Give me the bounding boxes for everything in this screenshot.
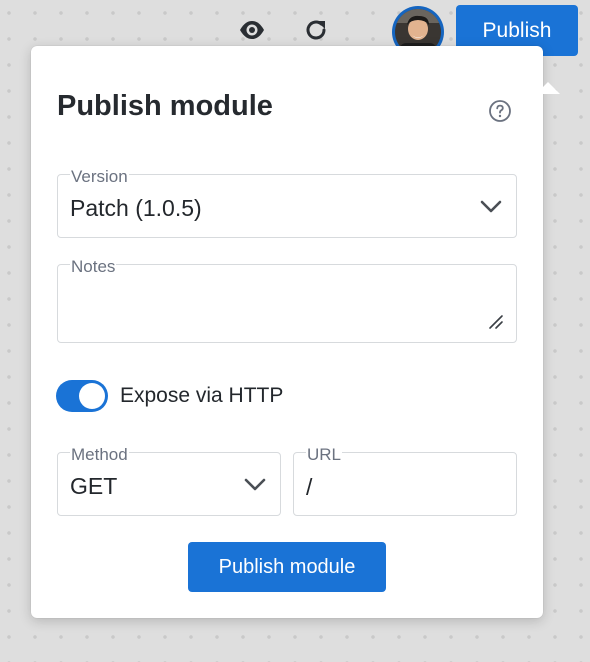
url-input[interactable] (306, 471, 506, 503)
popover-arrow (536, 82, 560, 94)
toggle-knob (79, 383, 105, 409)
url-label: URL (306, 445, 343, 465)
preview-button[interactable] (236, 14, 268, 46)
expose-http-label: Expose via HTTP (120, 384, 284, 407)
publish-module-popover: Publish module Version Patch (1.0.5) Not… (31, 46, 560, 618)
expose-http-toggle[interactable] (56, 380, 108, 412)
method-label: Method (70, 445, 129, 465)
refresh-button[interactable] (300, 14, 332, 46)
eye-icon (240, 21, 264, 39)
version-label: Version (70, 167, 129, 187)
notes-label: Notes (70, 257, 117, 277)
question-circle-icon[interactable] (488, 99, 512, 123)
popover-title: Publish module (57, 90, 273, 122)
notes-textarea[interactable] (68, 287, 506, 337)
refresh-icon (306, 20, 326, 40)
resize-handle-icon[interactable] (488, 314, 504, 330)
chevron-down-icon (480, 200, 502, 213)
method-select[interactable]: Method GET (57, 445, 281, 516)
url-field: URL (293, 445, 517, 516)
notes-field: Notes (57, 257, 517, 343)
version-select[interactable]: Version Patch (1.0.5) (57, 167, 517, 238)
publish-module-button[interactable]: Publish module (188, 542, 386, 592)
version-value: Patch (1.0.5) (70, 195, 202, 221)
chevron-down-icon (244, 478, 266, 491)
method-value: GET (70, 473, 118, 499)
